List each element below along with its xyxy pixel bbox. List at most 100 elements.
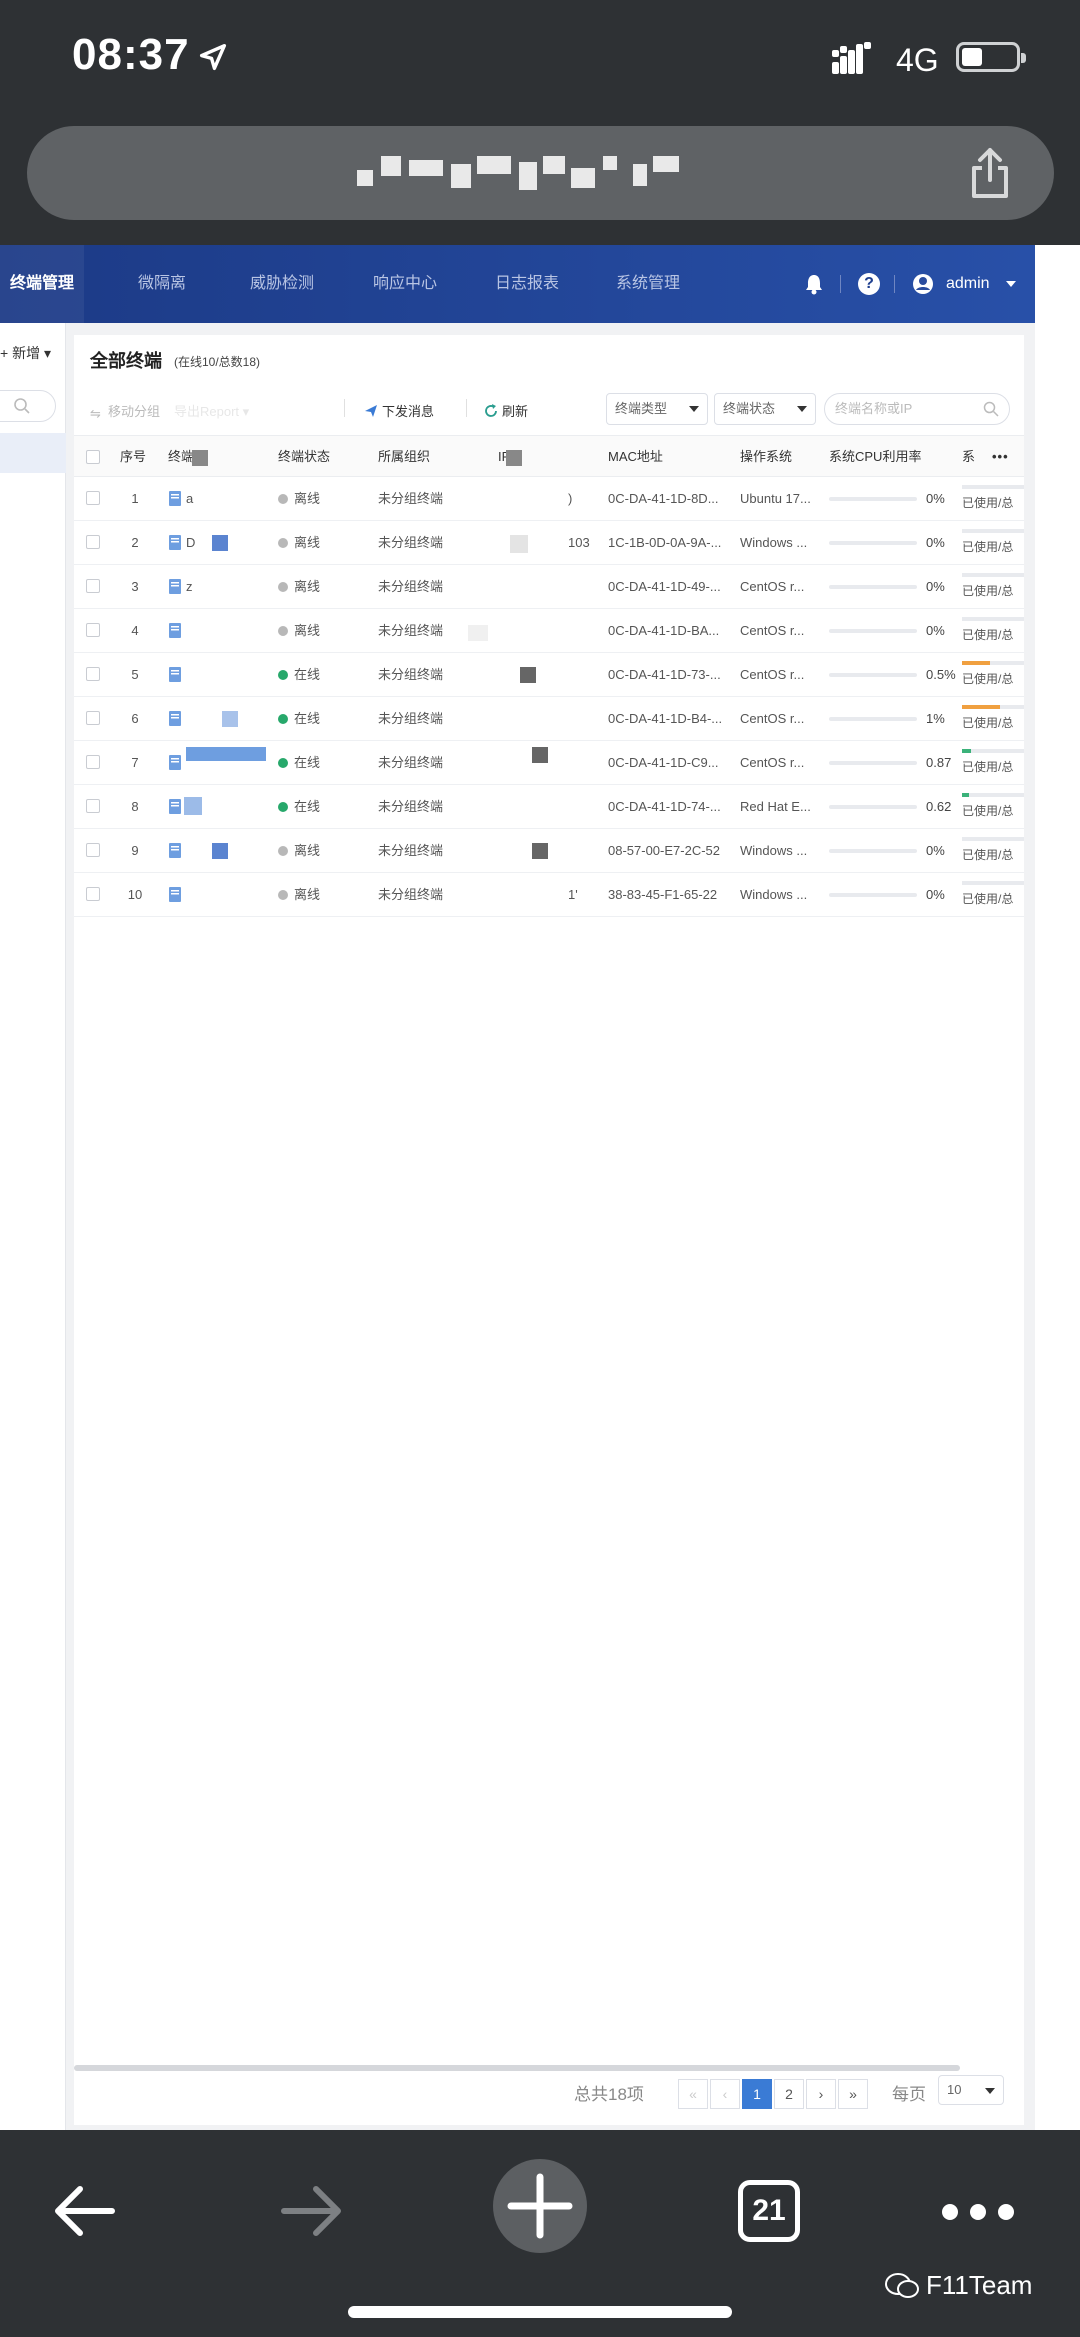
memory-usage-bar <box>962 661 1024 665</box>
status-dot <box>278 582 288 592</box>
nav-item-microseg[interactable]: 微隔离 <box>138 245 186 323</box>
col-cpu[interactable]: 系统CPU利用率 <box>829 436 921 478</box>
row-checkbox[interactable] <box>86 623 100 637</box>
share-icon[interactable] <box>966 146 1014 200</box>
row-status: 在线 <box>278 697 320 741</box>
col-os[interactable]: 操作系统 <box>740 436 792 478</box>
memory-usage-bar <box>962 529 1024 533</box>
page-1-button[interactable]: 1 <box>742 2079 772 2109</box>
export-button[interactable]: 导出Report ▾ <box>174 401 249 420</box>
row-cpu: 0% <box>926 579 945 594</box>
row-name[interactable] <box>186 609 206 653</box>
table-row[interactable]: 4 离线 未分组终端 0C-DA-41-1D-BA... CentOS r...… <box>74 609 1024 653</box>
col-index: 序号 <box>120 449 147 464</box>
forward-arrow-icon[interactable] <box>280 2184 344 2238</box>
address-bar[interactable] <box>27 126 1054 220</box>
row-name[interactable] <box>186 829 206 873</box>
table-row[interactable]: 5 在线 未分组终端 0C-DA-41-1D-73-... CentOS r..… <box>74 653 1024 697</box>
row-mac: 08-57-00-E7-2C-52 <box>608 843 721 858</box>
redaction-block <box>532 747 548 763</box>
col-mac[interactable]: MAC地址 <box>608 436 663 478</box>
memory-usage-bar <box>962 485 1024 489</box>
status-dot <box>278 538 288 548</box>
endpoint-table: 序号 终端 终端状态 所属组织 IP MAC地址 操作系统 系统CPU利用率 系… <box>74 435 1024 917</box>
row-name[interactable]: z <box>186 565 206 609</box>
page-2-button[interactable]: 2 <box>774 2079 804 2109</box>
nav-item-system[interactable]: 系统管理 <box>616 245 680 323</box>
table-row[interactable]: 2 D 离线 未分组终端 103 1C-1B-0D-0A-9A-... Wind… <box>74 521 1024 565</box>
row-checkbox[interactable] <box>86 799 100 813</box>
col-mem[interactable]: 系 <box>962 436 975 478</box>
row-checkbox[interactable] <box>86 843 100 857</box>
col-status[interactable]: 终端状态 <box>278 436 330 478</box>
table-row[interactable]: 7 在线 未分组终端 0C-DA-41-1D-C9... CentOS r...… <box>74 741 1024 785</box>
table-row[interactable]: 10 离线 未分组终端 1' 38-83-45-F1-65-22 Windows… <box>74 873 1024 917</box>
cpu-usage-bar <box>829 805 917 809</box>
row-name[interactable] <box>186 653 206 697</box>
endpoint-panel: 全部终端 (在线10/总数18) ⇋ 移动分组 导出Report ▾ 下发消息 刷… <box>74 335 1024 2125</box>
col-group[interactable]: 所属组织 <box>378 436 430 478</box>
bell-icon[interactable] <box>804 273 824 295</box>
row-name[interactable]: a <box>186 477 206 521</box>
nav-item-threat[interactable]: 威胁检测 <box>250 245 314 323</box>
column-settings-icon[interactable]: ••• <box>992 436 1009 478</box>
row-checkbox[interactable] <box>86 579 100 593</box>
row-name[interactable]: D <box>186 521 206 565</box>
row-os: CentOS r... <box>740 755 805 770</box>
nav-item-endpoint[interactable]: 终端管理 <box>0 245 85 323</box>
sidebar-item-selected[interactable] <box>0 433 66 473</box>
row-checkbox[interactable] <box>86 887 100 901</box>
help-icon[interactable]: ? <box>858 273 880 295</box>
new-tab-button[interactable] <box>493 2159 587 2253</box>
refresh-button[interactable]: 刷新 <box>484 401 528 420</box>
select-all-checkbox[interactable] <box>86 450 100 464</box>
move-icon: ⇋ <box>90 406 101 421</box>
row-name[interactable] <box>186 697 206 741</box>
tab-count-button[interactable]: 21 <box>738 2180 800 2242</box>
row-name[interactable] <box>186 873 206 917</box>
chevron-down-icon <box>985 2088 995 2094</box>
watermark: F11Team <box>884 2270 1032 2301</box>
table-row[interactable]: 3 z 离线 未分组终端 0C-DA-41-1D-49-... CentOS r… <box>74 565 1024 609</box>
back-arrow-icon[interactable] <box>52 2184 116 2238</box>
move-group-button[interactable]: ⇋ 移动分组 <box>90 401 160 421</box>
row-status: 在线 <box>278 741 320 785</box>
new-group-button[interactable]: + 新增 ▾ <box>0 343 51 363</box>
row-group: 未分组终端 <box>378 535 444 550</box>
search-icon <box>983 401 999 417</box>
sidebar-search-input[interactable] <box>0 390 56 422</box>
row-checkbox[interactable] <box>86 667 100 681</box>
row-checkbox[interactable] <box>86 711 100 725</box>
per-page-select[interactable]: 10 <box>938 2075 1004 2105</box>
table-row[interactable]: 6 在线 未分组终端 0C-DA-41-1D-B4-... CentOS r..… <box>74 697 1024 741</box>
nav-item-response[interactable]: 响应中心 <box>373 245 437 323</box>
terminal-status-select[interactable]: 终端状态 <box>714 393 816 425</box>
row-status: 离线 <box>278 873 320 917</box>
row-mac: 0C-DA-41-1D-C9... <box>608 755 719 770</box>
home-indicator[interactable] <box>348 2306 732 2318</box>
row-mac: 0C-DA-41-1D-8D... <box>608 491 719 506</box>
table-row[interactable]: 8 在线 未分组终端 0C-DA-41-1D-74-... Red Hat E.… <box>74 785 1024 829</box>
terminal-search-input[interactable]: 终端名称或IP <box>824 393 1010 425</box>
more-icon[interactable] <box>940 2202 1016 2222</box>
user-menu-caret-icon[interactable] <box>1006 281 1016 287</box>
horizontal-scrollbar[interactable] <box>74 2065 960 2071</box>
row-checkbox[interactable] <box>86 755 100 769</box>
table-row[interactable]: 9 离线 未分组终端 08-57-00-E7-2C-52 Windows ...… <box>74 829 1024 873</box>
terminal-type-select[interactable]: 终端类型 <box>606 393 708 425</box>
row-mem: 已使用/总 <box>962 716 1014 730</box>
nav-item-logs[interactable]: 日志报表 <box>495 245 559 323</box>
table-row[interactable]: 1 a 离线 未分组终端 ) 0C-DA-41-1D-8D... Ubuntu … <box>74 477 1024 521</box>
row-checkbox[interactable] <box>86 535 100 549</box>
first-page-button[interactable]: « <box>678 2079 708 2109</box>
row-status: 离线 <box>278 477 320 521</box>
prev-page-button[interactable]: ‹ <box>710 2079 740 2109</box>
last-page-button[interactable]: » <box>838 2079 868 2109</box>
row-checkbox[interactable] <box>86 491 100 505</box>
browser-toolbar: 21 F11Team <box>0 2130 1080 2337</box>
send-message-button[interactable]: 下发消息 <box>364 401 434 420</box>
user-avatar-icon[interactable] <box>912 273 934 295</box>
next-page-button[interactable]: › <box>806 2079 836 2109</box>
user-name[interactable]: admin <box>946 245 990 323</box>
row-ip <box>568 653 592 697</box>
